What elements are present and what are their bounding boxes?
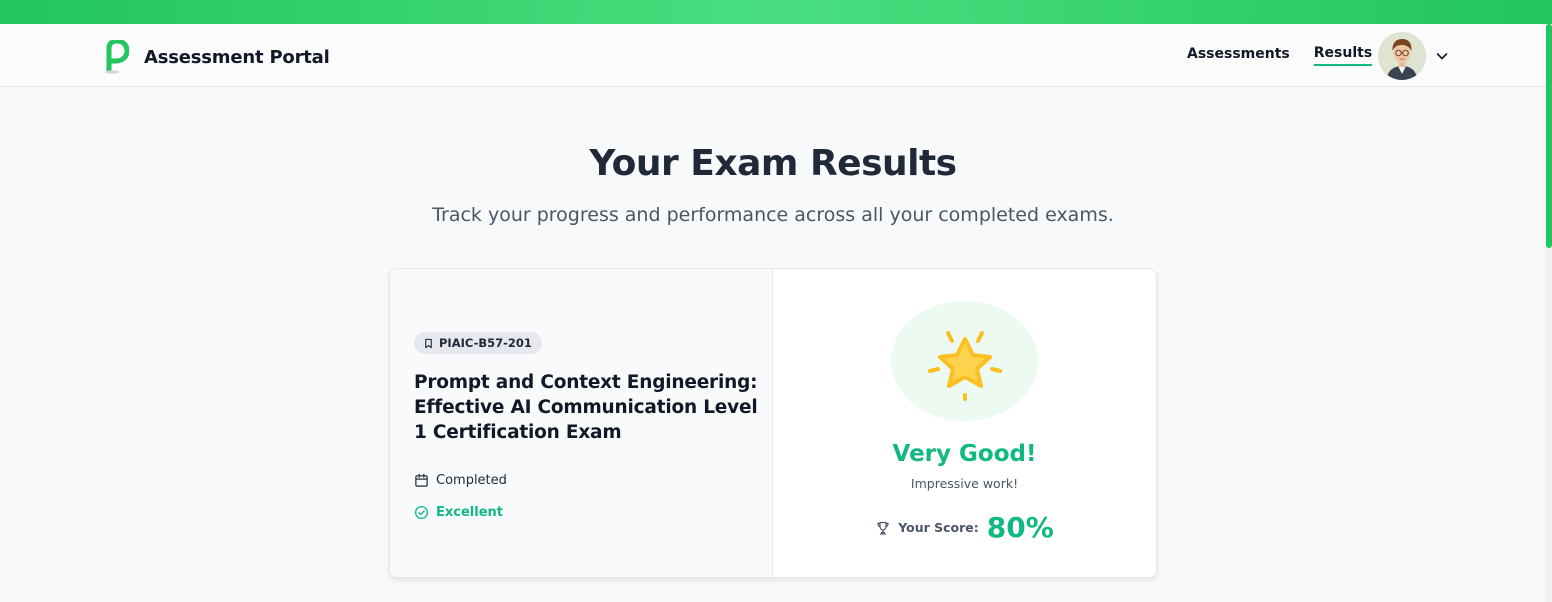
exam-grade: Excellent [414, 505, 503, 520]
star-icon [928, 331, 1002, 401]
exam-grade-label: Excellent [436, 505, 503, 520]
chevron-down-icon[interactable] [1434, 48, 1450, 64]
score-row: Your Score: 80% [773, 511, 1156, 544]
exam-status-label: Completed [436, 473, 507, 488]
scrollbar-thumb[interactable] [1546, 24, 1552, 248]
main-nav: Assessments Results [1187, 24, 1373, 87]
logo-icon [105, 40, 129, 74]
avatar-image [1378, 32, 1426, 80]
nav-assessments-link[interactable]: Assessments [1187, 46, 1290, 65]
exam-code: PIAIC-B57-201 [439, 336, 532, 350]
exam-code-badge: PIAIC-B57-201 [414, 332, 542, 354]
page-title: Your Exam Results [589, 143, 957, 184]
check-circle-icon [414, 505, 429, 520]
exam-title: Prompt and Context Engineering: Effectiv… [414, 372, 758, 443]
nav-results-link[interactable]: Results [1313, 45, 1373, 66]
score-label: Your Score: [898, 520, 979, 535]
trophy-icon [877, 521, 889, 535]
result-card-score: Very Good! Impressive work! Your Score: … [773, 269, 1156, 577]
rating-note: Impressive work! [910, 476, 1019, 491]
rating-text: Very Good! [892, 441, 1037, 467]
navbar: Assessment Portal Assessments Results [0, 24, 1546, 87]
rating-illustration [891, 301, 1038, 421]
page-subtitle: Track your progress and performance acro… [432, 204, 1114, 226]
app-title: Assessment Portal [144, 46, 330, 68]
score-value: 80% [986, 511, 1054, 544]
exam-status: Completed [414, 473, 507, 488]
brand[interactable]: Assessment Portal [103, 40, 330, 74]
bookmark-icon [425, 338, 432, 348]
top-accent-bar [0, 0, 1552, 24]
result-card-details: PIAIC-B57-201 Prompt and Context Enginee… [390, 269, 773, 577]
calendar-icon [415, 473, 428, 487]
result-card: PIAIC-B57-201 Prompt and Context Enginee… [389, 268, 1157, 578]
user-avatar[interactable] [1378, 32, 1426, 80]
